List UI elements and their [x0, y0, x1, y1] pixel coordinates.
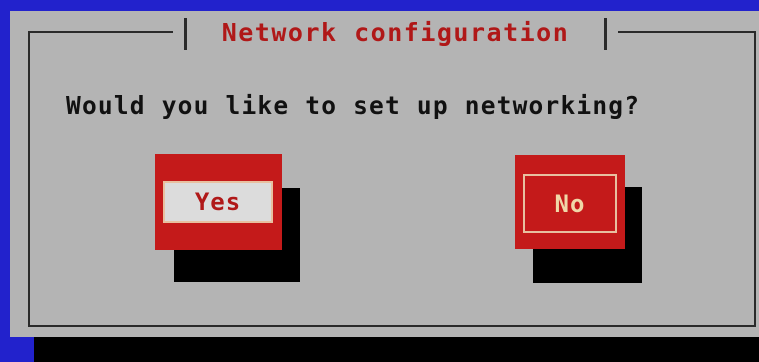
no-button-label: No: [554, 189, 586, 218]
no-button[interactable]: No: [515, 155, 625, 249]
title-left-border: [184, 18, 187, 50]
yes-button[interactable]: Yes: [155, 154, 282, 250]
network-config-dialog: Network configuration Would you like to …: [10, 11, 759, 337]
dialog-title-box: Network configuration: [173, 14, 618, 50]
yes-button-label: Yes: [194, 188, 242, 216]
dialog-title: Network configuration: [221, 17, 570, 47]
dialog-question: Would you like to set up networking?: [66, 91, 641, 120]
dialog-frame: [28, 31, 756, 327]
title-right-border: [604, 18, 607, 50]
dialog-drop-shadow: [34, 336, 759, 362]
no-button-border: No: [523, 174, 617, 233]
yes-button-focus-box: Yes: [163, 181, 273, 223]
